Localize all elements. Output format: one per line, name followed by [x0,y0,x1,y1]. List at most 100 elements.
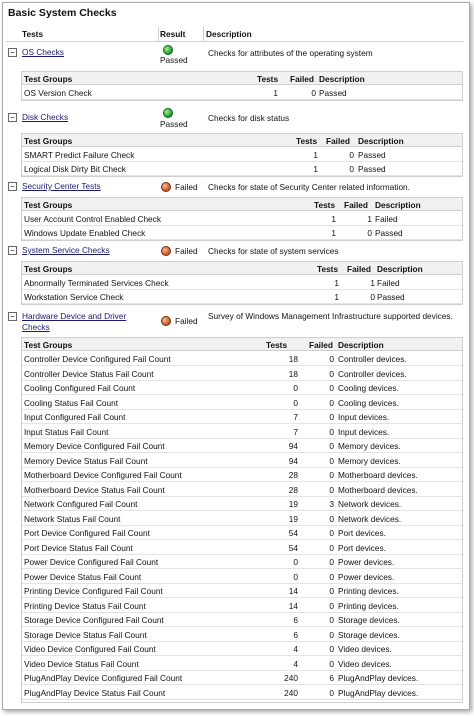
table-row[interactable]: Network Status Fail Count 19 0 Network devi… [22,511,462,526]
row-tests: 1 [331,214,336,224]
table-row[interactable]: Port Device Status Fail Count 54 0 Port dev… [22,540,462,555]
table-row[interactable]: Input Configured Fail Count 7 0 Input devic… [22,409,462,424]
section-name[interactable]: System Service Checks [22,245,110,255]
row-failed: 0 [329,383,334,393]
row-description: Memory devices. [338,441,401,451]
table-row[interactable]: Motherboard Device Status Fail Count 28 0 M… [22,482,462,497]
failed-header: Failed [347,264,371,274]
row-failed: 0 [329,455,334,466]
section-disk-checks: − Disk Checks Passed Checks for disk sta… [6,108,464,178]
row-name: Printing Device Status Fail Count [24,600,146,611]
row-name: Input Status Fail Count [24,426,109,437]
tests-column-header[interactable]: Tests [22,29,43,39]
table-row[interactable]: SMART Predict Failure Check 1 0 Passed [22,147,462,162]
section-name[interactable]: Disk Checks [22,112,68,122]
section-result: Failed [175,182,198,192]
table-row[interactable]: Memory Device Configured Fail Count 94 0 Me… [22,438,462,453]
table-row[interactable]: Printing Device Configured Fail Count 14 0… [22,583,462,598]
table-row[interactable]: PlugAndPlay Device Configured Fail Count… [22,670,462,685]
row-tests: 0 [293,383,298,393]
row-name: Windows Update Enabled Check [24,228,146,238]
row-description: Memory devices. [338,455,401,466]
section-name-line-2[interactable]: Checks [22,322,50,332]
table-row[interactable]: Workstation Service Check 1 0 Passed [22,289,462,304]
table-row[interactable]: Storage Device Configured Fail Count 6 0 St… [22,612,462,627]
row-failed: 6 [329,673,334,683]
section-name-line-1[interactable]: Hardware Device and Driver [22,311,126,321]
failed-header: Failed [326,136,350,146]
row-failed: 0 [367,228,372,238]
table-header: Test Groups Tests Failed Description [22,262,462,275]
collapse-toggle[interactable]: − [8,182,17,191]
row-failed: 0 [329,615,334,625]
row-name: Logical Disk Dirty Bit Check [24,164,126,174]
row-description: PlugAndPlay devices. [338,673,419,683]
passed-status-icon [163,108,173,118]
row-failed: 0 [329,629,334,640]
collapse-toggle[interactable]: − [8,312,17,321]
test-groups-table: Test Groups Tests Failed Description Abn… [21,261,463,305]
table-row[interactable]: Controller Device Configured Fail Count 1… [22,351,462,366]
row-tests: 54 [288,528,298,538]
row-tests: 4 [293,644,298,654]
table-row[interactable]: Memory Device Status Fail Count 94 0 Memory… [22,453,462,468]
table-row[interactable]: Storage Device Status Fail Count 6 0 Storag… [22,627,462,642]
row-description: Video devices. [338,658,392,669]
description-header: Description [338,340,384,350]
row-description: Passed [319,88,347,98]
table-row[interactable]: Motherboard Device Configured Fail Count… [22,467,462,482]
row-description: Cooling devices. [338,383,399,393]
row-name: SMART Predict Failure Check [24,150,135,160]
row-failed: 1 [370,278,375,288]
section-name[interactable]: OS Checks [22,47,64,57]
row-failed: 0 [329,354,334,364]
table-row[interactable]: Video Device Status Fail Count 4 0 Video de… [22,656,462,671]
row-description: Motherboard devices. [338,484,418,495]
row-description: Network devices. [338,513,402,524]
table-row[interactable]: Cooling Configured Fail Count 0 0 Cooling d… [22,380,462,395]
failed-header: Failed [290,74,314,84]
table-row[interactable]: Cooling Status Fail Count 0 0 Cooling devic… [22,395,462,410]
row-description: Failed [377,278,400,288]
row-tests: 0 [293,397,298,408]
table-row[interactable]: Abnormally Terminated Services Check 1 1… [22,275,462,290]
row-failed: 0 [329,644,334,654]
row-name: Controller Device Status Fail Count [24,368,154,379]
tests-header: Tests [266,340,288,350]
test-groups-table: Test Groups Tests Failed Description SMA… [21,133,463,177]
table-row[interactable]: Printing Device Status Fail Count 14 0 Prin… [22,598,462,613]
test-groups-table: Test Groups Tests Failed Description Use… [21,197,463,241]
result-column-header[interactable]: Result [160,29,185,39]
failed-status-icon [161,182,171,192]
table-row[interactable]: Network Configured Fail Count 19 3 Network … [22,496,462,511]
table-row[interactable]: Logical Disk Dirty Bit Check 1 0 Passed [22,161,462,176]
row-name: Motherboard Device Status Fail Count [24,484,165,495]
row-description: Input devices. [338,412,390,422]
row-description: Printing devices. [338,586,399,596]
collapse-toggle[interactable]: − [8,48,17,57]
basic-system-checks-panel: Basic System Checks Tests Result Descrip… [2,2,470,710]
collapse-toggle[interactable]: − [8,246,17,255]
table-row[interactable]: Video Device Configured Fail Count 4 0 Vide… [22,641,462,656]
collapse-toggle[interactable]: − [8,113,17,122]
table-row[interactable]: Windows Update Enabled Check 1 0 Passed [22,225,462,240]
table-row[interactable]: Power Device Configured Fail Count 0 0 Powe… [22,554,462,569]
section-name[interactable]: Security Center Tests [22,181,101,191]
table-row[interactable]: PlugAndPlay Device Status Fail Count 240 0… [22,685,462,700]
table-row[interactable]: OS Version Check 1 0 Passed [22,85,462,100]
section-description: Checks for attributes of the operating s… [208,48,373,58]
table-row[interactable]: Power Device Status Fail Count 0 0 Power de… [22,569,462,584]
tests-header: Tests [296,136,318,146]
row-name: Network Configured Fail Count [24,499,138,509]
test-groups-header: Test Groups [24,200,73,210]
row-name: Port Device Configured Fail Count [24,528,150,538]
table-row[interactable]: Input Status Fail Count 7 0 Input devices. [22,424,462,439]
row-failed: 0 [311,88,316,98]
row-tests: 14 [288,600,298,611]
table-row[interactable]: User Account Control Enabled Check 1 1 F… [22,211,462,226]
test-groups-header: Test Groups [24,264,73,274]
description-column-header[interactable]: Description [206,29,252,39]
table-row[interactable]: Port Device Configured Fail Count 54 0 Port… [22,525,462,540]
failed-status-icon [161,246,171,256]
table-row[interactable]: Controller Device Status Fail Count 18 0 Co… [22,366,462,381]
